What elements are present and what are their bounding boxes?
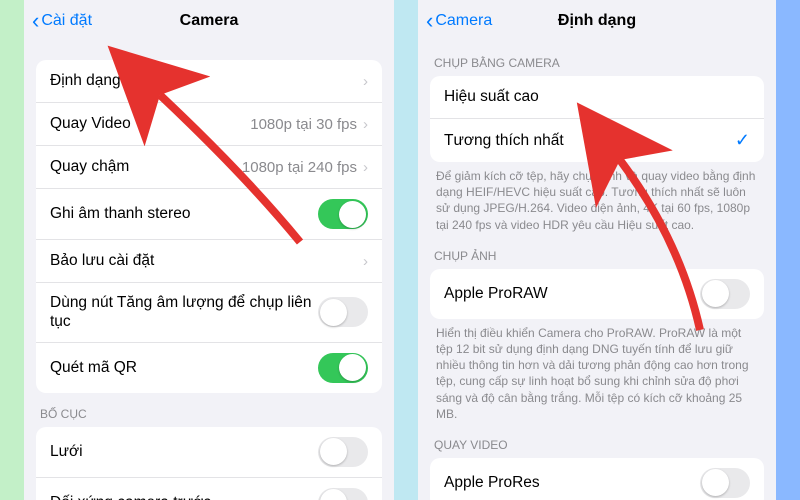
row-record-video[interactable]: Quay Video 1080p tại 30 fps › [36,103,382,146]
row-proraw[interactable]: Apple ProRAW [430,269,764,319]
row-most-compatible[interactable]: Tương thích nhất ✓ [430,119,764,162]
row-preserve-settings[interactable]: Bảo lưu cài đặt › [36,240,382,283]
row-scan-qr[interactable]: Quét mã QR [36,343,382,393]
row-label: Tương thích nhất [444,131,735,150]
group-layout: Lưới Đối xứng camera trước Xem bên ngoài… [36,427,382,500]
chevron-right-icon: › [363,159,368,176]
decorative-pad-mid [394,0,418,500]
section-header-video: QUAY VIDEO [418,424,776,458]
chevron-left-icon: ‹ [32,10,39,32]
chevron-left-icon: ‹ [426,10,433,32]
chevron-right-icon: › [363,253,368,270]
section-header-capture: CHỤP BẰNG CAMERA [418,42,776,76]
row-label: Định dạng [50,71,363,90]
nav-bar: ‹ Camera Định dạng [418,0,776,42]
nav-back-label: Cài đặt [41,12,92,30]
row-label: Quét mã QR [50,358,318,377]
section-header-layout: BỐ CỤC [24,393,394,427]
nav-back-button[interactable]: ‹ Cài đặt [32,10,122,32]
decorative-pad-right [776,0,800,500]
toggle-proraw[interactable] [700,279,750,309]
row-label: Quay Video [50,114,250,133]
nav-back-button[interactable]: ‹ Camera [426,10,516,32]
screen-camera-settings: ‹ Cài đặt Camera Định dạng › Quay Video … [24,0,394,500]
chevron-right-icon: › [363,73,368,90]
row-label: Hiệu suất cao [444,87,750,106]
row-label: Quay chậm [50,157,242,176]
row-formats[interactable]: Định dạng › [36,60,382,103]
section-header-photo: CHỤP ẢNH [418,235,776,269]
chevron-right-icon: › [363,116,368,133]
nav-bar: ‹ Cài đặt Camera [24,0,394,42]
toggle-volume-capture[interactable] [318,297,368,327]
toggle-grid[interactable] [318,437,368,467]
screen-formats: ‹ Camera Định dạng CHỤP BẰNG CAMERA Hiệu… [418,0,776,500]
toggle-scan-qr[interactable] [318,353,368,383]
row-volume-capture[interactable]: Dùng nút Tăng âm lượng để chụp liên tục [36,283,382,343]
row-detail: 1080p tại 30 fps [250,116,357,133]
group-photo: Apple ProRAW [430,269,764,319]
checkmark-icon: ✓ [735,130,750,151]
group-video: Apple ProRes [430,458,764,500]
group-capture-format: Hiệu suất cao Tương thích nhất ✓ [430,76,764,162]
row-label: Apple ProRes [444,473,700,492]
row-stereo-audio[interactable]: Ghi âm thanh stereo [36,189,382,240]
row-prores[interactable]: Apple ProRes [430,458,764,500]
toggle-stereo-audio[interactable] [318,199,368,229]
decorative-pad-left [0,0,24,500]
row-high-efficiency[interactable]: Hiệu suất cao [430,76,764,119]
nav-back-label: Camera [435,12,492,30]
toggle-prores[interactable] [700,468,750,498]
row-label: Dùng nút Tăng âm lượng để chụp liên tục [50,293,318,332]
toggle-mirror-front[interactable] [318,488,368,500]
row-label: Bảo lưu cài đặt [50,251,363,270]
row-mirror-front[interactable]: Đối xứng camera trước [36,478,382,500]
row-slow-mo[interactable]: Quay chậm 1080p tại 240 fps › [36,146,382,189]
row-label: Ghi âm thanh stereo [50,204,318,223]
row-label: Lưới [50,442,318,461]
row-detail: 1080p tại 240 fps [242,159,357,176]
row-label: Đối xứng camera trước [50,493,318,500]
row-label: Apple ProRAW [444,284,700,303]
group-camera-main: Định dạng › Quay Video 1080p tại 30 fps … [36,60,382,393]
footer-capture-format: Để giảm kích cỡ tệp, hãy chụp ảnh và qua… [418,162,776,235]
footer-proraw: Hiển thị điều khiển Camera cho ProRAW. P… [418,319,776,424]
row-grid[interactable]: Lưới [36,427,382,478]
